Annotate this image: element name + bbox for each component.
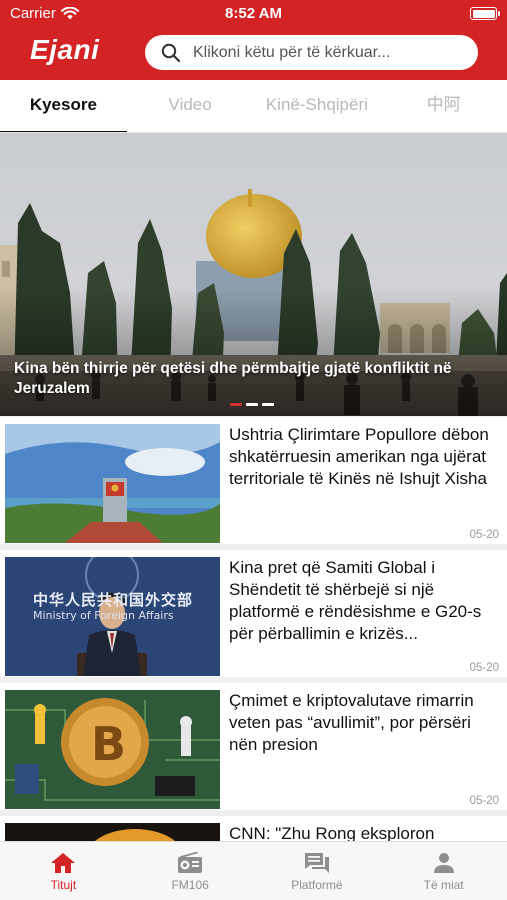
news-item[interactable]: 中华人民共和国外交部 Ministry of Foreign Affairs K… [0,550,507,677]
app-logo: Ejani [30,34,100,65]
carousel-indicator [230,403,274,406]
category-tabs: Kyesore Video Kinë-Shqipëri 中阿 [0,80,507,134]
nav-label: Platformë [291,878,343,892]
hero-carousel[interactable]: Kina bën thirrje për qetësi dhe përmbajt… [0,133,507,416]
tab-kine-shqiperi[interactable]: Kinë-Shqipëri [254,80,381,132]
radio-icon [178,852,203,873]
news-date: 05-20 [469,662,499,674]
news-title: CNN: "Zhu Rong eksploron [229,824,435,841]
news-item[interactable]: B Çmimet e kriptovalutave rimarrin veten… [0,683,507,810]
nav-titujt[interactable]: Titujt [0,842,127,900]
battery-icon [470,7,500,20]
bottom-nav: Titujt FM106 Platformë Të miat [0,841,507,900]
person-icon [433,853,454,873]
news-item[interactable]: CNN: "Zhu Rong eksploron [0,816,507,841]
news-title: Kina pret që Samiti Global i Shëndetit t… [229,558,482,643]
news-date: 05-20 [469,529,499,541]
nav-label: Të miat [423,878,464,892]
news-thumbnail [5,424,220,543]
nav-label: FM106 [171,878,209,892]
home-icon [51,853,76,873]
nav-te-miat[interactable]: Të miat [380,842,507,900]
nav-label: Titujt [50,878,77,892]
chat-icon [304,853,329,873]
svg-text:B: B [91,717,126,771]
tab-kyesore[interactable]: Kyesore [0,80,127,134]
sign-text-english: Ministry of Foreign Affairs [33,609,174,622]
hero-caption: Kina bën thirrje për qetësi dhe përmbajt… [14,360,452,397]
status-bar: Carrier 8:52 AM [0,0,507,28]
news-title: Çmimet e kriptovalutave rimarrin veten p… [229,691,474,754]
search-input[interactable]: Klikoni këtu për të kërkuar... [145,35,478,70]
search-placeholder: Klikoni këtu për të kërkuar... [193,43,391,61]
nav-platforme[interactable]: Platformë [254,842,381,900]
clock: 8:52 AM [225,5,282,22]
news-thumbnail: 中华人民共和国外交部 Ministry of Foreign Affairs [5,557,220,676]
news-item[interactable]: Ushtria Çlirimtare Popullore dëbon shkat… [0,417,507,544]
app-header: Carrier 8:52 AM Ejani Klikoni këtu për t… [0,0,507,80]
sign-text-chinese: 中华人民共和国外交部 [33,591,194,609]
news-date: 05-20 [469,795,499,807]
news-thumbnail [5,823,220,841]
news-thumbnail: B [5,690,220,809]
nav-fm106[interactable]: FM106 [127,842,254,900]
search-icon [161,43,181,62]
tab-video[interactable]: Video [127,80,254,132]
tab-chinese-albanian[interactable]: 中阿 [380,80,507,132]
news-title: Ushtria Çlirimtare Popullore dëbon shkat… [229,425,489,488]
